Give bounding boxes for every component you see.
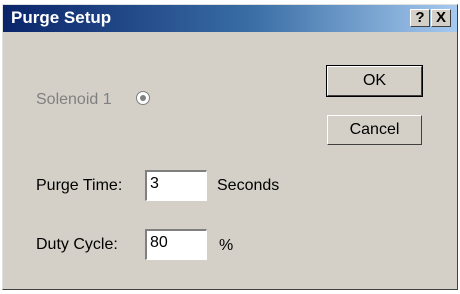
duty-cycle-input[interactable]: 80 bbox=[145, 229, 207, 260]
solenoid-label: Solenoid 1 bbox=[36, 91, 112, 108]
purge-setup-dialog: Purge Setup ? X Solenoid 1 OK Cancel Pur… bbox=[2, 4, 458, 290]
purge-time-input[interactable]: 3 bbox=[145, 170, 207, 201]
purge-time-unit: Seconds bbox=[217, 177, 280, 194]
help-icon[interactable]: ? bbox=[410, 9, 430, 27]
ok-button[interactable]: OK bbox=[326, 65, 423, 97]
cancel-button[interactable]: Cancel bbox=[327, 115, 422, 145]
duty-cycle-label: Duty Cycle: bbox=[36, 236, 118, 253]
purge-time-label: Purge Time: bbox=[36, 177, 123, 194]
title-bar[interactable]: Purge Setup ? X bbox=[3, 5, 457, 32]
window-title: Purge Setup bbox=[11, 8, 112, 27]
solenoid-radio[interactable] bbox=[136, 91, 150, 105]
close-icon[interactable]: X bbox=[431, 9, 451, 27]
duty-cycle-unit: % bbox=[219, 237, 234, 254]
